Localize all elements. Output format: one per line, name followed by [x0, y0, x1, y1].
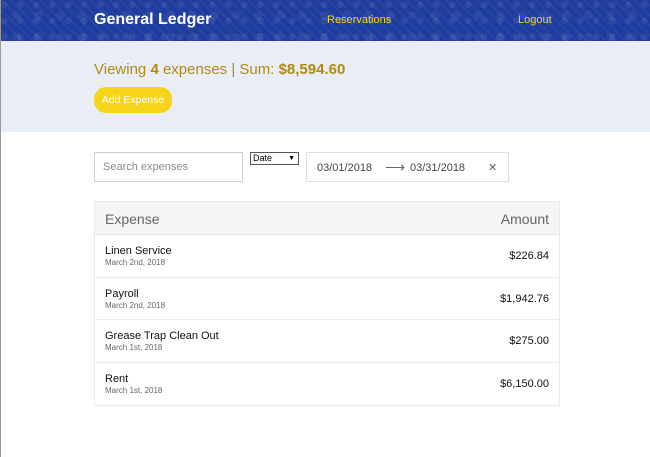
expense-name: Linen Service	[105, 245, 172, 257]
reservations-link[interactable]: Reservations	[327, 14, 391, 26]
viewing-label: Viewing	[94, 61, 147, 78]
expense-sum: $8,594.60	[278, 61, 346, 78]
table-row[interactable]: Grease Trap Clean Out March 1st, 2018 $2…	[95, 320, 559, 363]
arrow-right-icon: ⟶	[385, 159, 406, 175]
expense-name: Payroll	[105, 287, 139, 300]
date-range-picker: 03/01/2018 ⟶ 03/31/2018 ✕	[306, 152, 509, 182]
expense-date: March 2nd, 2018	[105, 300, 166, 310]
logout-link[interactable]: Logout	[518, 14, 552, 26]
expense-date: March 1st, 2018	[105, 343, 163, 352]
expense-name: Rent	[105, 372, 129, 385]
add-expense-button[interactable]: Add Expense	[94, 87, 172, 113]
table-row[interactable]: Rent March 1st, 2018 $6,150.00	[95, 363, 559, 406]
expenses-table: Expense Amount Linen Service March 2nd, …	[94, 201, 560, 406]
amount-column-header: Amount	[500, 211, 549, 227]
expense-amount: $6,150.00	[500, 377, 549, 390]
expense-name: Grease Trap Clean Out	[105, 330, 219, 342]
summary-text: Viewing 4 expenses | Sum: $8,594.60	[94, 61, 345, 78]
table-header: Expense Amount	[95, 202, 559, 235]
close-icon[interactable]: ✕	[488, 161, 497, 174]
caret-down-icon: ▼	[288, 155, 295, 162]
expense-amount: $226.84	[509, 250, 549, 262]
expense-column-header: Expense	[105, 211, 160, 227]
count-suffix: expenses | Sum:	[162, 61, 275, 78]
end-date-input[interactable]: 03/31/2018	[410, 162, 465, 174]
expense-date: March 1st, 2018	[105, 385, 163, 395]
sort-select[interactable]: Date ▼	[250, 152, 299, 165]
table-row[interactable]: Linen Service March 2nd, 2018 $226.84	[95, 235, 559, 278]
table-row[interactable]: Payroll March 2nd, 2018 $1,942.76	[95, 278, 559, 320]
expense-amount: $1,942.76	[500, 292, 549, 305]
app-title: General Ledger	[94, 11, 212, 28]
search-input[interactable]	[94, 152, 243, 182]
top-nav-bar: General Ledger Reservations Logout	[1, 0, 650, 41]
expense-amount: $275.00	[509, 335, 549, 347]
start-date-input[interactable]: 03/01/2018	[317, 162, 372, 174]
summary-panel: Viewing 4 expenses | Sum: $8,594.60 Add …	[1, 41, 650, 132]
expense-date: March 2nd, 2018	[105, 258, 166, 267]
expense-count: 4	[150, 61, 159, 78]
sort-select-value: Date	[253, 153, 273, 163]
